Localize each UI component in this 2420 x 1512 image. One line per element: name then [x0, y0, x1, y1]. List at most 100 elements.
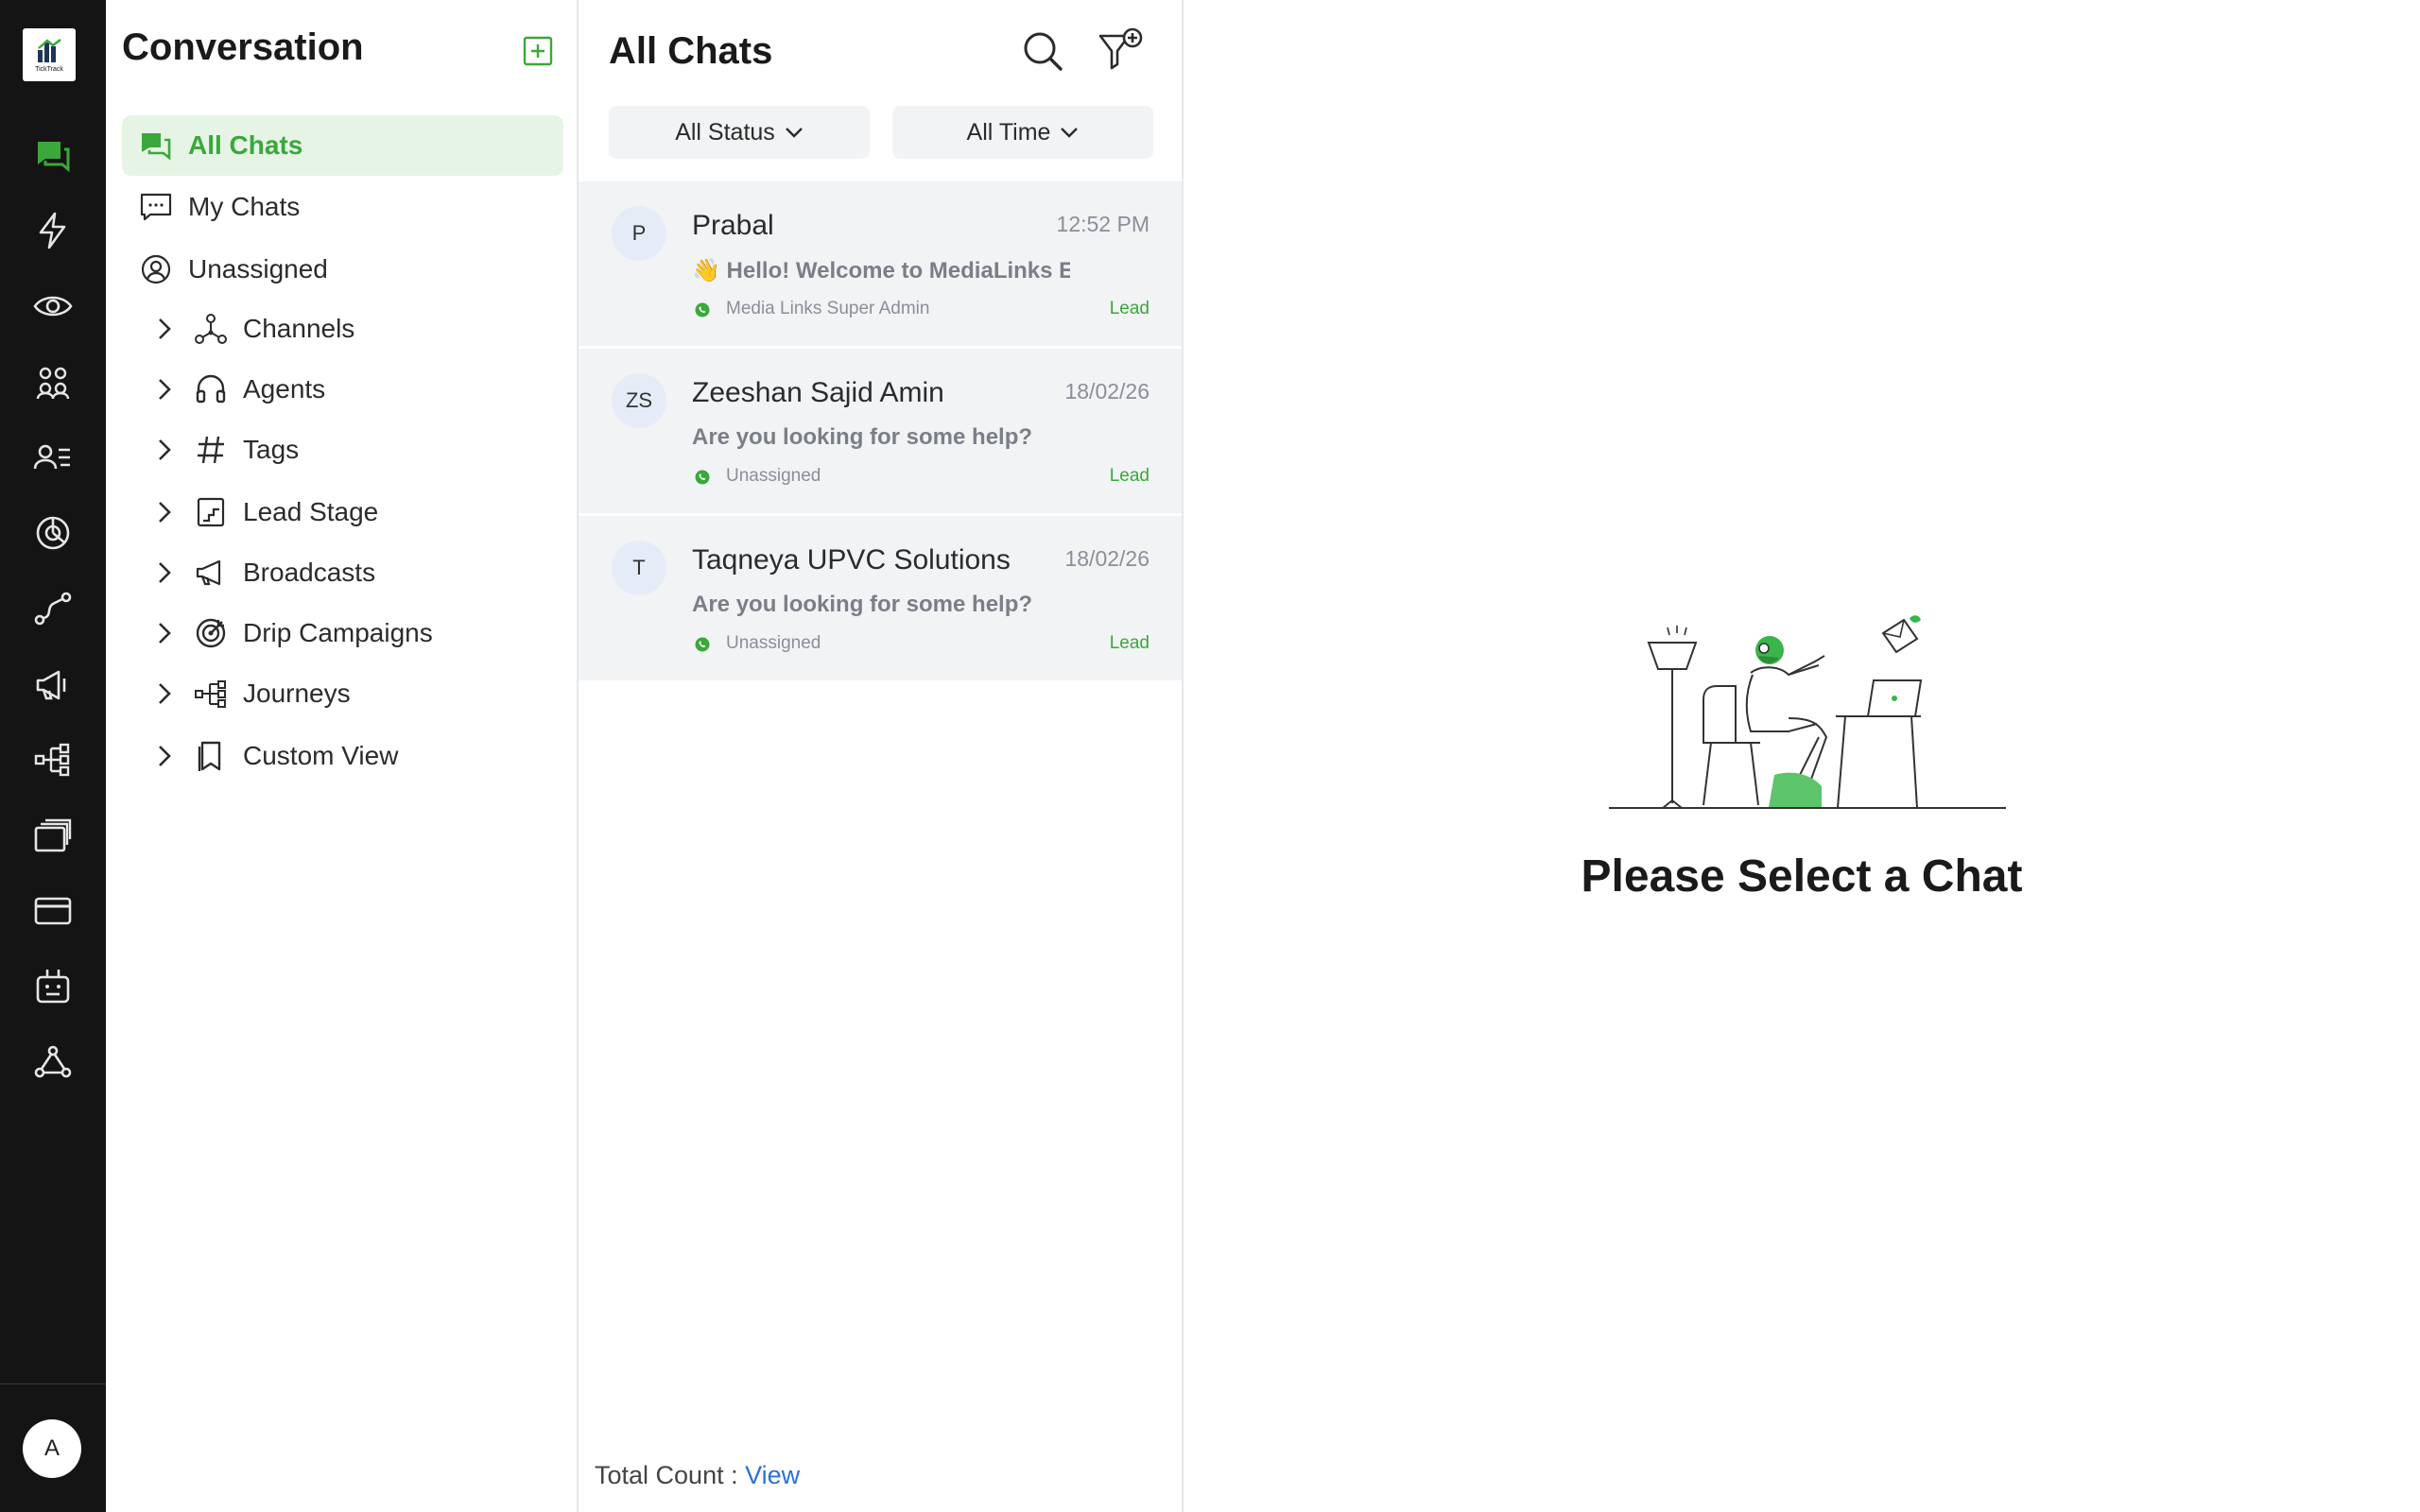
empty-state-message: Please Select a Chat — [1581, 851, 2023, 902]
chat-list-item[interactable]: P Prabal 12:52 PM 👋 Hello! Welcome to Me… — [579, 181, 1182, 346]
user-avatar[interactable]: A — [23, 1419, 81, 1478]
nav-eye-icon[interactable] — [28, 282, 78, 331]
sidebar-item-label: My Chats — [188, 192, 301, 221]
chevron-down-icon — [1061, 128, 1079, 138]
chevron-right-icon — [159, 502, 171, 523]
journey-icon — [192, 675, 230, 713]
total-count-view-link[interactable]: View — [745, 1461, 800, 1489]
contact-name: Prabal — [692, 210, 774, 241]
chevron-right-icon — [159, 439, 171, 460]
chat-list-panel: All Chats All Status All Time P Prabal 1… — [579, 0, 1184, 1512]
filter-add-icon[interactable] — [1097, 26, 1146, 76]
sidebar-group-drip-campaigns[interactable]: Drip Campaigns — [122, 605, 563, 662]
brand-logo[interactable]: TickTrack — [23, 28, 76, 81]
assigned-agent: Unassigned — [726, 633, 821, 653]
sidebar-group-label: Channels — [243, 314, 355, 343]
sidebar-group-label: Custom View — [243, 741, 399, 770]
sidebar-group-lead-stage[interactable]: Lead Stage — [122, 484, 563, 541]
headset-icon — [192, 370, 230, 408]
sidebar-item-all-chats[interactable]: All Chats — [122, 115, 563, 176]
sidebar-group-label: Journeys — [243, 679, 351, 708]
megaphone-icon — [192, 554, 230, 592]
nav-webhook-icon[interactable] — [28, 1038, 78, 1087]
time-filter-dropdown[interactable]: All Time — [892, 106, 1153, 159]
chevron-right-icon — [159, 746, 171, 766]
lead-stage-badge: Lead — [1109, 299, 1150, 318]
message-preview: Are you looking for some help? — [692, 592, 1033, 617]
nav-flow-icon[interactable] — [28, 735, 78, 784]
sidebar-group-label: Tags — [243, 435, 300, 464]
nav-route-icon[interactable] — [28, 584, 78, 633]
conversation-sidebar: Conversation All Chats My Chats Unassign… — [106, 0, 579, 1512]
contact-avatar: T — [612, 541, 666, 595]
contact-avatar: P — [612, 206, 666, 261]
chevron-down-icon — [785, 128, 803, 138]
search-icon[interactable] — [1020, 28, 1065, 74]
sidebar-group-label: Drip Campaigns — [243, 618, 433, 647]
message-time: 12:52 PM — [1056, 212, 1150, 236]
chat-detail-empty-state: Please Select a Chat — [1184, 0, 2420, 1512]
sidebar-group-tags[interactable]: Tags — [122, 421, 563, 478]
whatsapp-icon — [695, 302, 710, 318]
left-rail: TickTrack A — [0, 0, 106, 1512]
user-search-icon — [137, 250, 175, 288]
sidebar-group-label: Broadcasts — [243, 558, 376, 587]
hashtag-icon — [192, 431, 230, 469]
stairs-icon — [192, 493, 230, 531]
sidebar-item-unassigned[interactable]: Unassigned — [122, 239, 563, 300]
rail-footer: A — [0, 1383, 106, 1512]
chat-list-item[interactable]: ZS Zeeshan Sajid Amin 18/02/26 Are you l… — [579, 349, 1182, 513]
message-icon — [137, 188, 175, 226]
nav-cards-icon[interactable] — [28, 811, 78, 860]
contact-name: Taqneya UPVC Solutions — [692, 544, 1011, 576]
nav-megaphone-icon[interactable] — [28, 660, 78, 709]
sidebar-group-journeys[interactable]: Journeys — [122, 665, 563, 722]
nav-users-icon[interactable] — [28, 357, 78, 406]
logo-icon — [38, 39, 61, 62]
add-conversation-icon[interactable] — [523, 36, 553, 66]
message-preview: 👋 Hello! Welcome to MediaLinks Ev — [692, 258, 1070, 284]
whatsapp-icon — [695, 470, 710, 485]
lead-stage-badge: Lead — [1109, 466, 1150, 486]
nav-analytics-icon[interactable] — [28, 508, 78, 558]
chevron-right-icon — [159, 683, 171, 704]
contact-avatar: ZS — [612, 373, 666, 428]
status-filter-dropdown[interactable]: All Status — [609, 106, 870, 159]
contact-name: Zeeshan Sajid Amin — [692, 377, 944, 408]
target-icon — [192, 614, 230, 652]
chevron-right-icon — [159, 562, 171, 583]
sidebar-group-custom-view[interactable]: Custom View — [122, 728, 563, 784]
nav-bot-icon[interactable] — [28, 962, 78, 1011]
sidebar-group-agents[interactable]: Agents — [122, 361, 563, 418]
assigned-agent: Media Links Super Admin — [726, 299, 930, 318]
total-count: Total Count : View — [595, 1461, 800, 1490]
sidebar-title: Conversation — [122, 26, 364, 68]
logo-text: TickTrack — [35, 66, 63, 73]
message-time: 18/02/26 — [1064, 379, 1150, 404]
status-filter-value: All Status — [675, 118, 775, 146]
channels-icon — [192, 310, 230, 348]
message-preview: Are you looking for some help? — [692, 424, 1033, 450]
nav-contacts-list-icon[interactable] — [28, 433, 78, 482]
nav-lightning-icon[interactable] — [28, 206, 78, 255]
message-time: 18/02/26 — [1064, 546, 1150, 571]
chat-list-item[interactable]: T Taqneya UPVC Solutions 18/02/26 Are yo… — [579, 516, 1182, 680]
bookmark-icon — [192, 737, 230, 775]
chevron-right-icon — [159, 379, 171, 400]
empty-chat-illustration — [1609, 615, 2006, 809]
nav-billing-icon[interactable] — [28, 886, 78, 936]
time-filter-value: All Time — [966, 118, 1051, 146]
nav-conversations-icon[interactable] — [28, 130, 78, 180]
sidebar-item-label: All Chats — [188, 130, 303, 160]
sidebar-item-my-chats[interactable]: My Chats — [122, 177, 563, 237]
chevron-right-icon — [159, 318, 171, 339]
sidebar-group-broadcasts[interactable]: Broadcasts — [122, 544, 563, 601]
assigned-agent: Unassigned — [726, 466, 821, 486]
sidebar-item-label: Unassigned — [188, 254, 328, 284]
sidebar-group-channels[interactable]: Channels — [122, 301, 563, 357]
total-count-label: Total Count : — [595, 1461, 738, 1489]
lead-stage-badge: Lead — [1109, 633, 1150, 653]
chat-bubbles-icon — [137, 127, 175, 164]
sidebar-group-label: Lead Stage — [243, 497, 379, 526]
whatsapp-icon — [695, 637, 710, 652]
